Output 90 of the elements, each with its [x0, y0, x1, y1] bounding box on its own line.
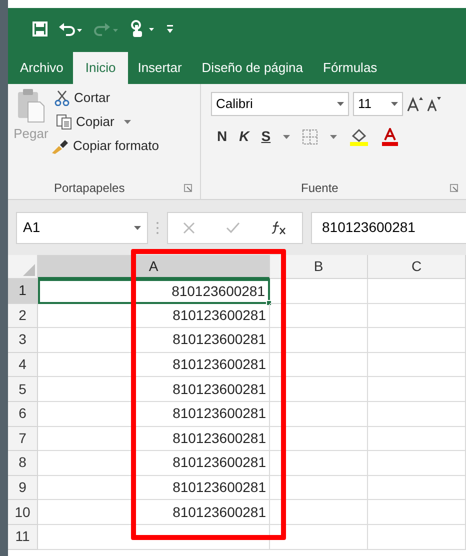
table-cell[interactable] [368, 451, 466, 476]
font-color-icon[interactable] [380, 128, 399, 146]
table-cell[interactable] [270, 377, 368, 402]
ribbon-tab[interactable]: Insertar [128, 52, 192, 84]
copy-icon [56, 114, 72, 130]
table-cell[interactable] [368, 328, 466, 353]
font-size-field[interactable]: 11 [353, 92, 403, 116]
dialog-launcher-icon[interactable] [450, 184, 458, 192]
row-header[interactable]: 4 [8, 352, 38, 378]
column-header[interactable]: B [270, 255, 368, 279]
table-cell[interactable] [38, 524, 270, 550]
row-header[interactable]: 11 [8, 524, 38, 550]
table-cell[interactable] [270, 402, 368, 427]
ribbon-tab[interactable]: Inicio [73, 52, 128, 84]
scissors-icon [54, 90, 70, 106]
fill-color-icon[interactable] [348, 128, 369, 146]
row-header[interactable]: 10 [8, 500, 38, 525]
table-cell[interactable]: 810123600281 [38, 402, 270, 427]
table-cell[interactable] [368, 426, 466, 452]
ribbon-tab[interactable]: Diseño de página [192, 52, 313, 84]
dropdown-arrow-icon [134, 226, 141, 230]
check-icon[interactable] [226, 222, 240, 234]
table-cell[interactable]: 810123600281 [38, 426, 270, 452]
borders-icon[interactable] [302, 128, 318, 144]
table-cell[interactable]: 810123600281 [38, 352, 270, 378]
table-cell[interactable] [368, 476, 466, 500]
table-cell[interactable] [368, 524, 466, 550]
table-cell[interactable] [270, 328, 368, 353]
table-cell[interactable] [368, 279, 466, 304]
ribbon-tab[interactable]: Fórmulas [313, 52, 388, 84]
italic-button[interactable]: K [239, 126, 250, 147]
row-header[interactable]: 6 [8, 402, 38, 427]
dropdown-arrow-icon [391, 102, 398, 106]
dropdown-arrow-icon[interactable] [330, 134, 337, 138]
row-header[interactable]: 2 [8, 304, 38, 328]
table-cell[interactable] [368, 402, 466, 427]
table-cell[interactable]: 810123600281 [38, 279, 270, 304]
table-cell[interactable]: 810123600281 [38, 304, 270, 328]
customize-toolbar-icon[interactable] [166, 24, 174, 34]
table-cell[interactable] [270, 524, 368, 550]
clipboard-command[interactable]: Copiar [54, 112, 159, 132]
underline-button[interactable]: S [261, 126, 271, 147]
dropdown-arrow-icon [337, 102, 344, 106]
table-cell[interactable]: 810123600281 [38, 500, 270, 525]
dropdown-arrow-icon[interactable] [282, 134, 290, 138]
drag-handle-icon[interactable] [156, 220, 159, 234]
row-header[interactable]: 9 [8, 476, 38, 500]
table-cell[interactable] [368, 352, 466, 378]
fill-handle[interactable] [266, 300, 272, 306]
name-box[interactable]: A1 [16, 212, 148, 244]
formula-bar[interactable]: 810123600281 [311, 212, 466, 244]
row-header[interactable]: 1 [8, 279, 38, 304]
table-cell[interactable]: 810123600281 [38, 476, 270, 500]
clipboard-icon [16, 88, 46, 124]
row-header[interactable]: 8 [8, 451, 38, 476]
paintbrush-icon [51, 138, 69, 154]
table-cell[interactable] [270, 476, 368, 500]
bold-button[interactable]: N [217, 126, 228, 147]
decrease-font-size-icon[interactable] [427, 96, 441, 112]
ribbon-tab[interactable]: Archivo [10, 52, 74, 84]
column-header[interactable]: A [38, 255, 270, 279]
table-cell[interactable] [270, 451, 368, 476]
table-cell[interactable] [368, 304, 466, 328]
table-cell[interactable]: 810123600281 [38, 451, 270, 476]
table-cell[interactable] [270, 500, 368, 525]
dropdown-arrow-icon [124, 120, 132, 124]
group-label: Portapapeles [54, 180, 125, 197]
table-cell[interactable] [270, 426, 368, 452]
clipboard-command[interactable]: Cortar [54, 88, 159, 108]
table-cell[interactable] [270, 304, 368, 328]
clipboard-command[interactable]: Copiar formato [51, 136, 159, 156]
table-cell[interactable]: 810123600281 [38, 377, 270, 402]
increase-font-size-icon[interactable] [407, 96, 423, 112]
table-cell[interactable]: 810123600281 [38, 328, 270, 353]
font-name-field[interactable]: Calibri [211, 92, 349, 116]
row-header[interactable]: 3 [8, 328, 38, 353]
table-cell[interactable] [368, 500, 466, 525]
table-cell[interactable] [368, 377, 466, 402]
column-header[interactable]: C [368, 255, 466, 279]
table-cell[interactable] [270, 352, 368, 378]
table-cell[interactable] [270, 279, 368, 304]
group-label: Fuente [301, 180, 338, 197]
dialog-launcher-icon[interactable] [184, 184, 192, 192]
save-icon[interactable] [32, 21, 48, 37]
triangle-icon [23, 264, 35, 276]
row-header[interactable]: 7 [8, 426, 38, 452]
insert-function-icon[interactable] [270, 220, 287, 234]
touch-mode-icon[interactable] [130, 20, 156, 38]
row-header[interactable]: 5 [8, 377, 38, 402]
undo-icon[interactable] [58, 21, 84, 37]
